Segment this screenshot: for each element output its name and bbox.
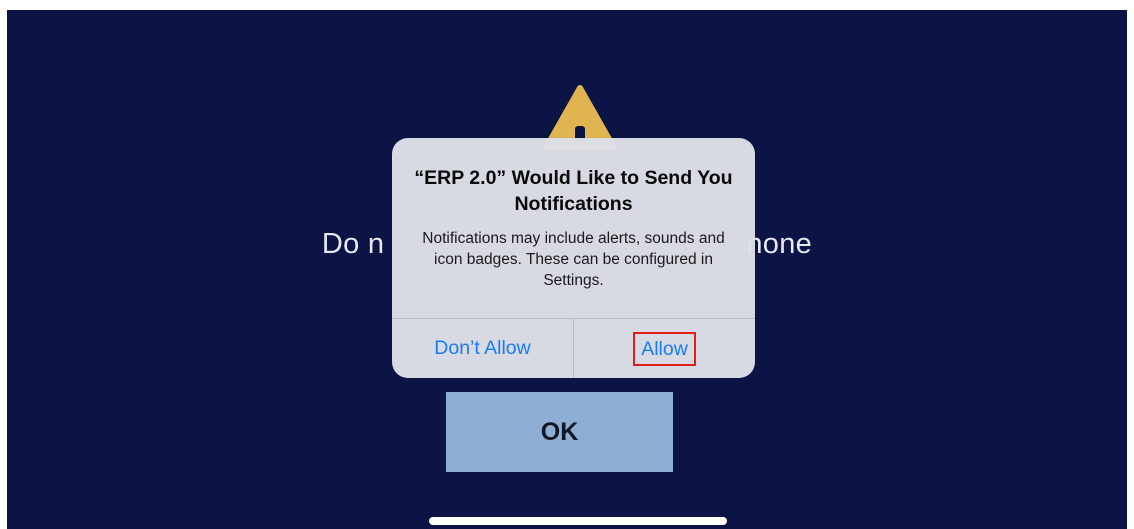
- allow-button[interactable]: Allow: [574, 319, 755, 378]
- home-indicator[interactable]: [429, 517, 727, 525]
- alert-title: “ERP 2.0” Would Like to Send You Notific…: [414, 167, 733, 215]
- alert-message: Notifications may include alerts, sounds…: [422, 230, 725, 289]
- allow-button-label: Allow: [633, 331, 696, 366]
- ok-button[interactable]: OK: [446, 392, 673, 472]
- notification-permission-alert: “ERP 2.0” Would Like to Send You Notific…: [392, 138, 755, 378]
- app-screen: Do n none OK “ERP 2.0” Would Like to Send…: [7, 10, 1127, 529]
- background-message-end: none: [746, 228, 813, 260]
- dont-allow-button[interactable]: Don’t Allow: [392, 319, 573, 378]
- background-message-start: Do n: [321, 228, 385, 260]
